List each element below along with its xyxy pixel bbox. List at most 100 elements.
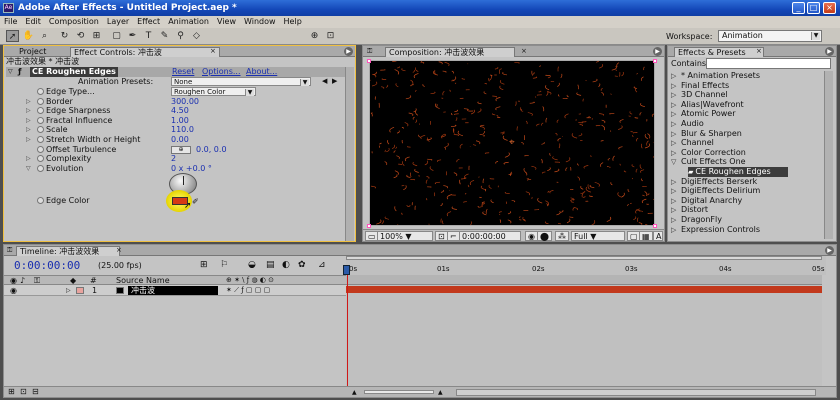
motion-blur-icon[interactable]: ◐ — [282, 260, 290, 270]
tab-effect-controls[interactable]: Effect Controls: 冲击波 — [70, 47, 220, 57]
current-time-display[interactable]: 0:00:00:00 — [14, 259, 80, 272]
panel-menu-icon[interactable]: ▶ — [825, 47, 834, 56]
close-tab-icon[interactable]: × — [756, 47, 762, 55]
selection-arrow-icon[interactable]: ➚ — [6, 30, 19, 42]
axis-world-icon[interactable]: ⊕ — [308, 30, 321, 42]
frame-blending-icon[interactable]: ▤ — [266, 260, 275, 270]
stopwatch-icon[interactable] — [37, 136, 44, 143]
list-item[interactable]: ▷ Digital Anarchy — [671, 196, 823, 206]
layer-handle[interactable] — [367, 224, 371, 228]
list-item[interactable]: ▷ DigiEffects Delirium — [671, 186, 823, 196]
menu-edit[interactable]: Edit — [25, 16, 41, 28]
property-value[interactable]: 110.0 — [171, 125, 194, 135]
stopwatch-icon[interactable] — [37, 126, 44, 134]
mask-view-icon[interactable]: ⌐ — [447, 231, 460, 241]
preset-prev-icon[interactable]: ◀ — [322, 77, 327, 87]
minimize-button[interactable]: _ — [792, 2, 805, 14]
twirl-down-icon[interactable]: ▽ — [26, 164, 31, 174]
twirl-right-icon[interactable]: ▷ — [26, 116, 31, 126]
crosshair-icon[interactable]: ⊕ — [171, 145, 191, 154]
menu-effect[interactable]: Effect — [137, 16, 160, 28]
close-tab-icon[interactable]: × — [210, 47, 216, 55]
timeline-horizontal-scrollbar[interactable] — [456, 389, 816, 396]
fx-badge-icon[interactable]: ƒ — [18, 67, 21, 77]
list-item[interactable]: ▷ Final Effects — [671, 81, 823, 91]
video-toggle-icon[interactable]: ◉ — [10, 285, 17, 296]
close-tab-icon[interactable]: × — [116, 246, 122, 254]
current-time-indicator[interactable] — [343, 265, 350, 275]
comp-mini-flowchart-icon[interactable]: ⊞ — [200, 260, 208, 270]
hand-icon[interactable]: ✋ — [22, 30, 35, 42]
transparency-grid-icon[interactable]: ▦ — [639, 231, 653, 241]
type-icon[interactable]: T — [142, 30, 155, 42]
zoom-icon[interactable]: ⌕ — [38, 30, 51, 42]
property-value[interactable]: 4.50 — [171, 106, 189, 116]
menu-view[interactable]: View — [217, 16, 236, 28]
about-link[interactable]: About... — [246, 67, 277, 77]
close-button[interactable]: × — [823, 2, 836, 14]
list-item[interactable]: ▷ Channel — [671, 138, 823, 148]
twirl-right-icon[interactable]: ▷ — [26, 106, 31, 116]
panel-menu-icon[interactable]: ▶ — [344, 47, 353, 56]
list-item[interactable]: ▷ 3D Channel — [671, 90, 823, 100]
list-item[interactable]: ▷ Atomic Power — [671, 109, 823, 119]
rotate-icon[interactable]: ↻ — [58, 30, 71, 42]
stopwatch-icon[interactable] — [37, 145, 44, 153]
camera-orbit-icon[interactable]: ⟲ — [74, 30, 87, 42]
workspace-select[interactable]: Animation ▼ — [718, 30, 822, 42]
timeline-track-area[interactable] — [346, 275, 822, 386]
draft-3d-icon[interactable]: ⚐ — [220, 260, 228, 270]
effect-controls-scrollbar[interactable] — [345, 67, 354, 241]
reset-link[interactable]: Reset — [172, 67, 194, 77]
twirl-right-icon[interactable]: ▷ — [26, 125, 31, 135]
contains-search-input[interactable] — [706, 58, 831, 69]
eraser-icon[interactable]: ◇ — [190, 30, 203, 42]
column-source-name-header[interactable]: Source Name — [116, 276, 170, 285]
menu-file[interactable]: File — [4, 16, 17, 28]
layer-name[interactable]: 冲击波 — [128, 286, 218, 295]
effects-list-scrollbar[interactable] — [824, 71, 833, 239]
tab-project[interactable]: Project — [16, 47, 49, 57]
layer-handle[interactable] — [367, 59, 371, 63]
twirl-right-icon[interactable]: ▷ — [26, 97, 31, 107]
toggle-switches-icon[interactable]: ⊞ — [8, 387, 15, 396]
list-item[interactable]: ▽ Cult Effects One — [671, 157, 823, 167]
preset-next-icon[interactable]: ▶ — [332, 77, 337, 87]
comp-timecode[interactable]: 0:00:00:00 — [459, 231, 521, 241]
label-color-swatch[interactable] — [76, 287, 84, 294]
timeline-zoom-slider[interactable] — [364, 390, 434, 394]
property-value[interactable]: 1.00 — [171, 116, 189, 126]
twirl-right-icon[interactable]: ▷ — [26, 135, 31, 145]
menu-animation[interactable]: Animation — [168, 16, 209, 28]
stopwatch-icon[interactable] — [37, 88, 44, 95]
layer-switches-icon[interactable]: ✶ ⟋ ƒ ▢ ▢ ▢ — [226, 285, 270, 296]
toggle-in-out-icon[interactable]: ⊟ — [32, 387, 39, 396]
timeline-lock-icon[interactable]: ⚿ — [7, 246, 12, 255]
list-item[interactable]: ▷ * Animation Presets — [671, 71, 823, 81]
shy-layers-icon[interactable]: ◒ — [248, 260, 256, 270]
stopwatch-icon[interactable] — [37, 197, 44, 204]
list-item[interactable]: ▷ DragonFly — [671, 215, 823, 225]
layer-handle[interactable] — [653, 59, 657, 63]
list-item[interactable]: ▷ Alias|Wavefront — [671, 100, 823, 110]
property-value[interactable]: 2 — [171, 154, 176, 164]
panel-menu-icon[interactable]: ▶ — [653, 47, 662, 56]
title-safe-icon[interactable]: ⊡ — [435, 231, 448, 241]
list-item[interactable]: ▷ Expression Controls — [671, 225, 823, 235]
table-row[interactable]: ◉ ▷ 1 冲击波 ✶ ⟋ ƒ ▢ ▢ ▢ — [4, 285, 346, 296]
clone-stamp-icon[interactable]: ⚲ — [174, 30, 187, 42]
stopwatch-icon[interactable] — [37, 164, 44, 172]
close-tab-icon[interactable]: × — [521, 47, 527, 55]
pen-icon[interactable]: ✒ — [126, 30, 139, 42]
brush-icon[interactable]: ✎ — [158, 30, 171, 42]
edge-type-select[interactable]: Roughen Color ▼ — [171, 87, 256, 96]
menu-help[interactable]: Help — [284, 16, 302, 28]
comp-lock-icon[interactable]: ⚿ — [367, 47, 372, 56]
menu-window[interactable]: Window — [244, 16, 276, 28]
property-value[interactable]: 0.0, 0.0 — [196, 145, 227, 155]
layer-duration-bar[interactable] — [346, 286, 822, 293]
list-item-selected[interactable]: ▰ CE Roughen Edges — [688, 167, 788, 177]
work-area-bar[interactable] — [346, 256, 822, 260]
rectangle-mask-icon[interactable]: ▢ — [110, 30, 123, 42]
list-item[interactable]: ▷ Blur & Sharpen — [671, 129, 823, 139]
